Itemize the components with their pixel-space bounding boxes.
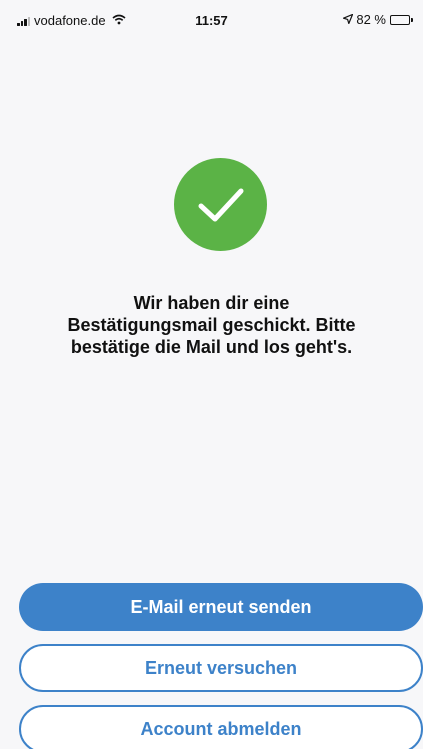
resend-email-button[interactable]: E-Mail erneut senden bbox=[19, 583, 423, 631]
battery-percent: 82 % bbox=[356, 12, 386, 27]
confirmation-message: Wir haben dir eine Bestätigungsmail gesc… bbox=[20, 292, 403, 358]
status-bar: vodafone.de 11:57 82 % bbox=[0, 0, 423, 40]
checkmark-icon bbox=[198, 188, 243, 221]
message-line: Wir haben dir eine bbox=[133, 293, 290, 313]
retry-button[interactable]: Erneut versuchen bbox=[19, 644, 423, 692]
success-badge bbox=[174, 158, 267, 251]
location-arrow-icon bbox=[343, 12, 354, 27]
message-line: Bestätigungsmail geschickt. Bitte bbox=[67, 315, 356, 335]
status-right: 82 % bbox=[343, 12, 413, 27]
logout-button[interactable]: Account abmelden bbox=[19, 705, 423, 749]
screen: vodafone.de 11:57 82 % Wir haben dir ein… bbox=[0, 0, 423, 749]
battery-icon bbox=[390, 14, 413, 25]
message-line: bestätige die Mail und los geht's. bbox=[70, 337, 353, 357]
